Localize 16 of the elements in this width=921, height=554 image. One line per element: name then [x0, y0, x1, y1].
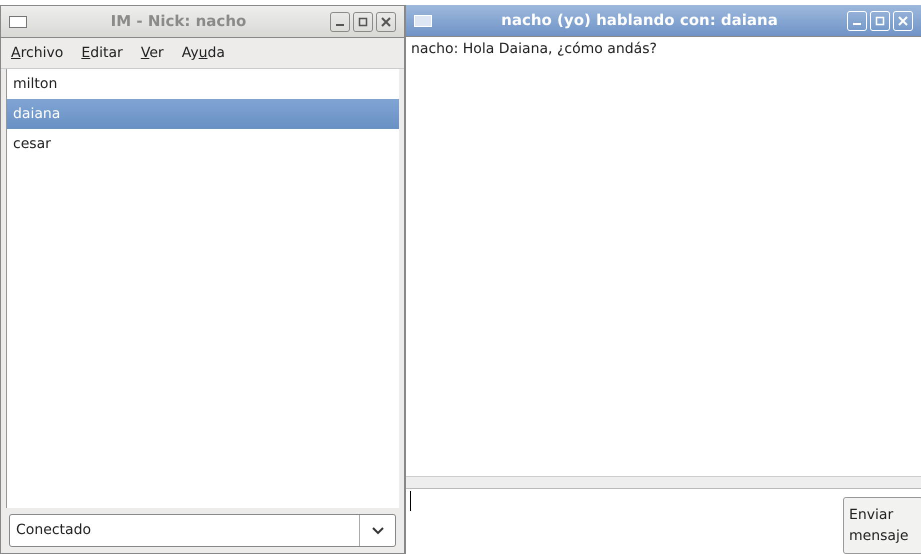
menu-item[interactable]: Ver: [140, 42, 164, 64]
chat-message: nacho: Hola Daiana, ¿cómo andás?: [411, 40, 658, 59]
contact-item[interactable]: cesar: [7, 129, 399, 159]
window-title: IM - Nick: nacho: [110, 11, 248, 32]
chevron-down-icon: [372, 526, 384, 534]
close-icon[interactable]: [376, 12, 396, 32]
window-icon[interactable]: [9, 16, 27, 28]
send-button[interactable]: Enviar mensaje: [843, 497, 921, 554]
menu-item[interactable]: Archivo: [11, 42, 64, 64]
menu-item[interactable]: Editar: [81, 42, 123, 64]
status-dropdown[interactable]: Conectado: [9, 514, 396, 547]
minimize-icon[interactable]: [330, 12, 350, 32]
menu-item[interactable]: Ayuda: [182, 42, 225, 64]
contact-item[interactable]: milton: [7, 69, 399, 99]
maximize-icon[interactable]: [353, 12, 373, 32]
window-title: nacho (yo) hablando con: daiana: [500, 10, 779, 32]
